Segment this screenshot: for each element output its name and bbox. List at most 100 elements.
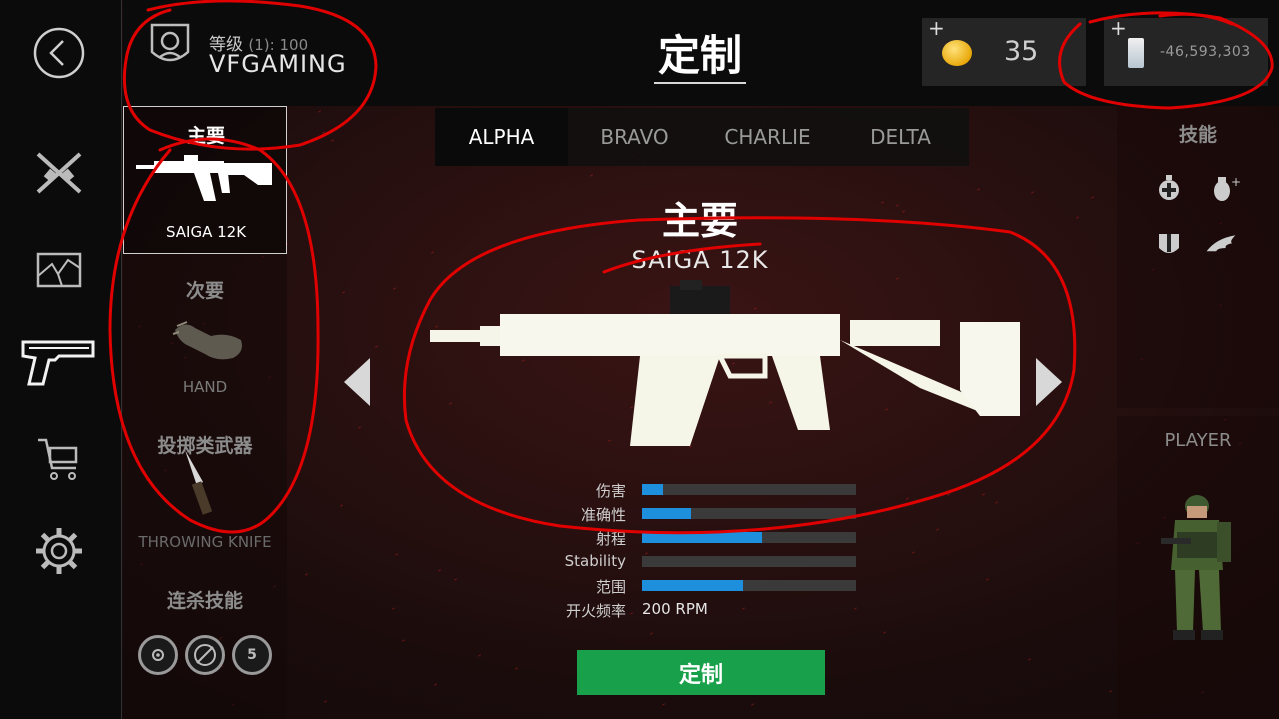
tab-delta[interactable]: DELTA (834, 108, 967, 166)
background-speck (305, 573, 309, 576)
background-speck (882, 631, 886, 634)
background-speck (1027, 658, 1031, 661)
nav-weapons[interactable] (18, 328, 98, 394)
skill-armor-icon[interactable] (1153, 228, 1185, 260)
slot-secondary-name: HAND (182, 378, 228, 396)
stat-spread-label: 范围 (595, 578, 626, 596)
background-speck (342, 291, 346, 295)
stat-stability: Stability (520, 552, 860, 572)
stat-accuracy-fill (642, 508, 692, 519)
page-title: 定制 (657, 31, 742, 80)
hand-icon (172, 321, 242, 360)
nav-crossed-rifles[interactable] (26, 140, 92, 206)
stat-damage-fill (642, 484, 664, 495)
background-speck (1091, 196, 1095, 200)
background-speck (911, 551, 915, 555)
background-speck (751, 703, 755, 706)
coins-value: 35 (1004, 36, 1039, 67)
killstreak-5-badge-icon[interactable]: 5 (232, 635, 272, 675)
stat-accuracy: 准确性 (520, 504, 860, 524)
stat-damage: 伤害 (520, 480, 860, 500)
loadout-column: 主要 SAIGA 12K 次要 HAND 投掷类武器 THROWING KNIF… (123, 106, 287, 719)
background-speck (976, 188, 981, 191)
skill-wing-icon[interactable] (1205, 228, 1237, 260)
skills-header: 技能 (1178, 124, 1217, 146)
background-speck (906, 497, 910, 500)
background-speck (995, 501, 999, 504)
prev-weapon-arrow-icon[interactable] (344, 358, 370, 406)
stat-fire-rate: 开火频率 200 RPM (520, 600, 860, 620)
skill-health-icon[interactable] (1153, 172, 1185, 204)
stat-range: 射程 (520, 528, 860, 548)
add-cash-icon[interactable]: + (1110, 16, 1127, 40)
background-speck (391, 607, 396, 611)
tab-bravo[interactable]: BRAVO (568, 108, 701, 166)
background-speck (375, 345, 379, 348)
tab-charlie[interactable]: CHARLIE (701, 108, 834, 166)
shattered-window-icon (36, 252, 82, 288)
nav-shop[interactable] (26, 426, 92, 492)
killstreak-disabled-icon[interactable] (185, 635, 225, 675)
next-weapon-arrow-icon[interactable] (1036, 358, 1062, 406)
stat-spread-track (642, 580, 856, 591)
stat-accuracy-track (642, 508, 856, 519)
left-nav (0, 0, 122, 719)
background-speck (438, 569, 442, 572)
background-speck (358, 425, 362, 429)
back-icon (33, 27, 85, 79)
skill-grenade-icon[interactable]: + (1209, 172, 1241, 204)
background-speck (401, 639, 406, 643)
fire-rate-label: 开火频率 (565, 602, 626, 620)
background-speck (339, 503, 343, 507)
weapon-name: SAIGA 12K (631, 246, 769, 274)
background-speck (322, 131, 326, 135)
background-speck (317, 109, 321, 113)
stat-spread: 范围 (520, 576, 860, 596)
background-speck (392, 286, 396, 290)
background-speck (478, 653, 482, 657)
player-profile[interactable]: 等级 (1): 100 VFGAMING (149, 18, 369, 92)
background-speck (589, 174, 593, 178)
fire-rate-value: 200 RPM (642, 600, 708, 618)
cash-bundle-icon (1128, 38, 1144, 68)
back-button[interactable] (26, 20, 92, 86)
stat-damage-label: 伤害 (595, 482, 626, 500)
slot-secondary-header: 次要 (185, 280, 224, 302)
stat-damage-track (642, 484, 856, 495)
customize-button[interactable]: 定制 (577, 650, 825, 695)
background-speck (936, 527, 940, 531)
killstreak-recon-icon[interactable] (138, 635, 178, 675)
slot-throwable-name: THROWING KNIFE (138, 533, 272, 551)
stat-spread-fill (642, 580, 743, 591)
throwing-knife-icon (185, 450, 213, 515)
add-coins-icon[interactable]: + (928, 16, 945, 40)
gold-coin-icon (942, 40, 972, 66)
background-speck (895, 204, 900, 207)
background-speck (881, 201, 885, 205)
nav-shattered-window[interactable] (26, 236, 92, 302)
loadout-slot-primary[interactable]: 主要 SAIGA 12K (123, 106, 287, 254)
background-speck (662, 703, 666, 706)
slot-primary-header: 主要 (186, 125, 225, 147)
background-speck (454, 578, 458, 581)
player-header: PLAYER (1164, 430, 1232, 451)
background-speck (433, 683, 438, 686)
stat-stability-label: Stability (564, 552, 626, 570)
nav-settings[interactable] (26, 518, 92, 584)
shopping-cart-icon (38, 438, 78, 480)
background-speck (324, 700, 328, 704)
background-speck (947, 492, 951, 496)
cash-display[interactable]: + -46,593,303 (1104, 16, 1268, 86)
background-speck (1108, 690, 1112, 693)
background-speck (901, 210, 905, 213)
weapon-model-image (430, 280, 1020, 446)
coins-display[interactable]: + 35 (922, 16, 1086, 86)
background-speck (1076, 216, 1080, 219)
background-speck (985, 578, 989, 582)
background-speck (981, 493, 986, 496)
killstreak-badge-value: 5 (247, 647, 257, 663)
tab-alpha[interactable]: ALPHA (435, 108, 568, 166)
stat-stability-track (642, 556, 856, 567)
player-panel[interactable]: PLAYER (1117, 416, 1279, 719)
player-name: VFGAMING (209, 50, 347, 78)
